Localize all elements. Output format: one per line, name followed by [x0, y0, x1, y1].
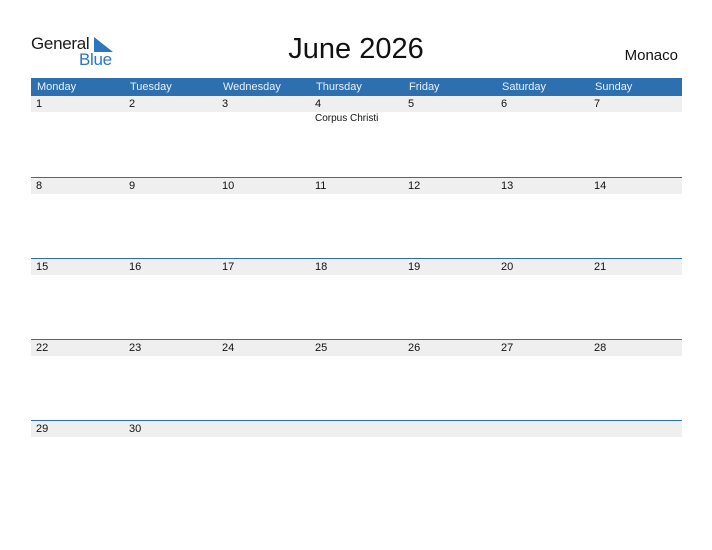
- day-cell: [403, 421, 496, 502]
- day-number: 14: [594, 180, 607, 192]
- week-row: 29 30: [31, 420, 682, 502]
- day-cell: 3: [217, 96, 310, 177]
- day-cell: 30: [124, 421, 217, 502]
- day-number: 24: [222, 342, 235, 354]
- day-number: 2: [129, 98, 136, 110]
- day-cell: 14: [589, 178, 682, 259]
- day-number: 21: [594, 261, 607, 273]
- day-number: 30: [129, 423, 142, 435]
- day-number: 19: [408, 261, 421, 273]
- weekday-monday: Monday: [37, 81, 77, 93]
- day-number: 26: [408, 342, 421, 354]
- weekday-wednesday: Wednesday: [223, 81, 281, 93]
- day-cell: 15: [31, 259, 124, 340]
- day-cell: 29: [31, 421, 124, 502]
- day-cell: 28: [589, 340, 682, 421]
- weekday-friday: Friday: [409, 81, 440, 93]
- day-cell: 4 Corpus Christi: [310, 96, 403, 177]
- day-number: 3: [222, 98, 229, 110]
- day-cell: 1: [31, 96, 124, 177]
- week-row: 22 23 24 25 26 27 28: [31, 339, 682, 421]
- day-number: 13: [501, 180, 514, 192]
- country-label: Monaco: [624, 47, 678, 64]
- day-number: 22: [36, 342, 49, 354]
- day-cell: 13: [496, 178, 589, 259]
- week-row: 1 2 3 4 Corpus Christi 5 6 7: [31, 96, 682, 177]
- day-number: 4: [315, 98, 322, 110]
- day-cell: 11: [310, 178, 403, 259]
- day-number: 29: [36, 423, 49, 435]
- day-number: 8: [36, 180, 43, 192]
- day-cell: 7: [589, 96, 682, 177]
- day-cell: 16: [124, 259, 217, 340]
- calendar-title: June 2026: [288, 33, 424, 65]
- day-number: 27: [501, 342, 514, 354]
- day-cell: [217, 421, 310, 502]
- day-number: 23: [129, 342, 142, 354]
- day-cell: 25: [310, 340, 403, 421]
- holiday-label: Corpus Christi: [315, 113, 379, 124]
- day-number: 9: [129, 180, 136, 192]
- day-number: 5: [408, 98, 415, 110]
- day-cell: [589, 421, 682, 502]
- day-cell: 10: [217, 178, 310, 259]
- weekday-thursday: Thursday: [316, 81, 362, 93]
- day-number: 1: [36, 98, 43, 110]
- day-number: 20: [501, 261, 514, 273]
- day-cell: 22: [31, 340, 124, 421]
- day-number: 12: [408, 180, 421, 192]
- weekday-saturday: Saturday: [502, 81, 547, 93]
- day-number: 15: [36, 261, 49, 273]
- weekday-tuesday: Tuesday: [130, 81, 172, 93]
- day-cell: 6: [496, 96, 589, 177]
- day-number: 10: [222, 180, 235, 192]
- day-cell: [310, 421, 403, 502]
- weekday-header: Monday Tuesday Wednesday Thursday Friday…: [31, 78, 682, 96]
- day-cell: 27: [496, 340, 589, 421]
- day-cell: 23: [124, 340, 217, 421]
- weekday-sunday: Sunday: [595, 81, 633, 93]
- week-row: 8 9 10 11 12 13 14: [31, 177, 682, 259]
- day-number: 28: [594, 342, 607, 354]
- day-cell: 24: [217, 340, 310, 421]
- day-cell: 17: [217, 259, 310, 340]
- day-cell: 26: [403, 340, 496, 421]
- day-cell: 9: [124, 178, 217, 259]
- day-cell: 21: [589, 259, 682, 340]
- day-cell: 18: [310, 259, 403, 340]
- day-number: 17: [222, 261, 235, 273]
- day-cell: 20: [496, 259, 589, 340]
- day-cell: 12: [403, 178, 496, 259]
- day-number: 7: [594, 98, 601, 110]
- day-number: 16: [129, 261, 142, 273]
- day-cell: [496, 421, 589, 502]
- day-number: 18: [315, 261, 328, 273]
- day-number: 25: [315, 342, 328, 354]
- day-number: 6: [501, 98, 508, 110]
- day-cell: 19: [403, 259, 496, 340]
- week-row: 15 16 17 18 19 20 21: [31, 258, 682, 340]
- day-number: 11: [315, 180, 327, 192]
- day-cell: 5: [403, 96, 496, 177]
- day-cell: 2: [124, 96, 217, 177]
- day-cell: 8: [31, 178, 124, 259]
